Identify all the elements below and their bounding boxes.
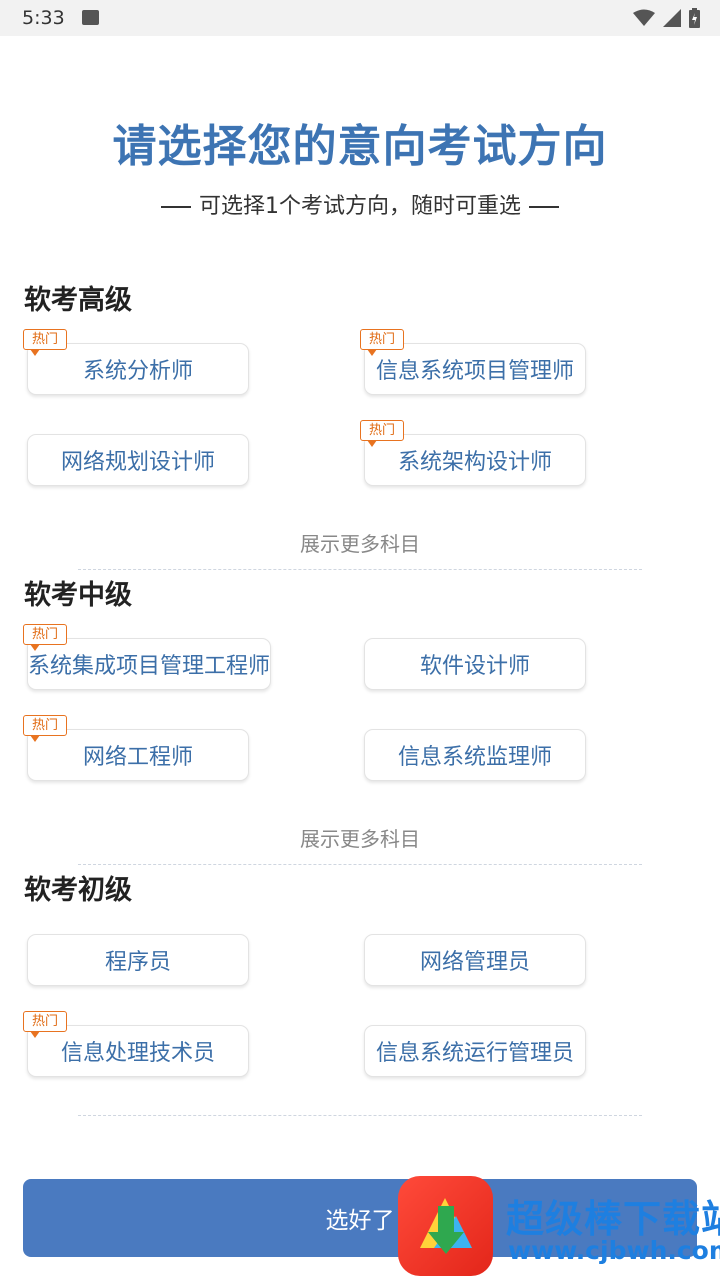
option-is-operations-manager[interactable]: 信息系统运行管理员 xyxy=(364,1025,586,1077)
option-network-planner[interactable]: 网络规划设计师 xyxy=(27,434,249,486)
hot-badge: 热门 xyxy=(360,329,404,356)
hot-badge: 热门 xyxy=(23,1011,67,1038)
show-more-senior[interactable]: 展示更多科目 xyxy=(0,528,720,557)
download-arrow-icon xyxy=(420,1198,472,1254)
option-software-designer[interactable]: 软件设计师 xyxy=(364,638,586,690)
subtitle-text: 可选择1个考试方向，随时可重选 xyxy=(199,194,521,219)
option-system-analyst[interactable]: 系统分析师 xyxy=(27,343,249,395)
option-programmer[interactable]: 程序员 xyxy=(27,934,249,986)
option-network-engineer[interactable]: 网络工程师 xyxy=(27,729,249,781)
option-is-supervisor[interactable]: 信息系统监理师 xyxy=(364,729,586,781)
status-time: 5:33 xyxy=(22,7,65,29)
option-is-project-manager[interactable]: 信息系统项目管理师 xyxy=(364,343,586,395)
option-system-architect[interactable]: 系统架构设计师 xyxy=(364,434,586,486)
section-title-senior: 软考高级 xyxy=(24,285,132,316)
page-subtitle: 可选择1个考试方向，随时可重选 xyxy=(0,188,720,220)
hot-badge: 热门 xyxy=(23,715,67,742)
battery-icon xyxy=(689,8,700,28)
hot-badge: 热门 xyxy=(360,420,404,447)
option-si-project-engineer[interactable]: 系统集成项目管理工程师 xyxy=(27,638,271,690)
page-title: 请选择您的意向考试方向 xyxy=(112,121,608,172)
status-icons xyxy=(633,7,700,29)
signal-icon xyxy=(663,9,681,27)
watermark-site-name: 超级棒下载站 xyxy=(506,1197,720,1241)
watermark: 超级棒下载站 www.cjbwh.com xyxy=(398,1176,720,1280)
subtitle-dash-left xyxy=(161,206,191,208)
watermark-url: www.cjbwh.com xyxy=(508,1236,720,1265)
hot-badge: 热门 xyxy=(23,624,67,651)
section-title-intermediate: 软考中级 xyxy=(24,580,132,611)
image-notification-icon xyxy=(82,10,99,25)
divider xyxy=(78,1115,642,1116)
wifi-icon xyxy=(633,9,655,26)
option-network-administrator[interactable]: 网络管理员 xyxy=(364,934,586,986)
hot-badge: 热门 xyxy=(23,329,67,356)
subtitle-dash-right xyxy=(529,206,559,208)
show-more-intermediate[interactable]: 展示更多科目 xyxy=(0,823,720,852)
status-bar: 5:33 xyxy=(0,0,720,36)
divider xyxy=(78,569,642,570)
option-info-processing-technician[interactable]: 信息处理技术员 xyxy=(27,1025,249,1077)
divider xyxy=(78,864,642,865)
watermark-logo xyxy=(398,1176,493,1276)
section-title-junior: 软考初级 xyxy=(24,875,132,906)
